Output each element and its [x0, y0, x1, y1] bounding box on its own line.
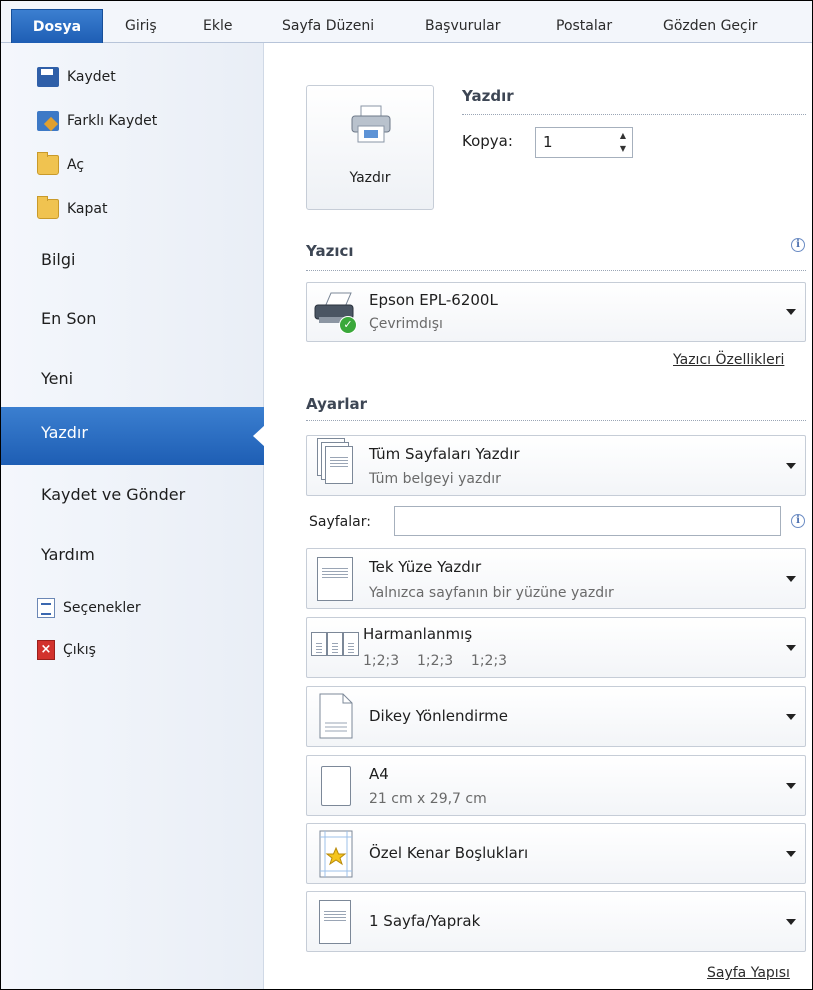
print-range-title: Tüm Sayfaları Yazdır — [369, 445, 520, 463]
print-section-title: Yazdır — [462, 87, 514, 105]
sides-subtitle: Yalnızca sayfanın bir yüzüne yazdır — [369, 585, 614, 601]
copies-stepper[interactable]: 1 ▲ ▼ — [535, 127, 633, 158]
exit-command[interactable]: × Çıkış — [37, 638, 96, 662]
chevron-down-icon — [786, 309, 796, 315]
chevron-down-icon — [786, 714, 796, 720]
tab-giris[interactable]: Giriş — [125, 11, 157, 41]
nav-item-kaydet-ve-gonder[interactable]: Kaydet ve Gönder — [41, 483, 185, 507]
orientation-title: Dikey Yönlendirme — [369, 707, 508, 725]
collation-title: Harmanlanmış — [363, 625, 473, 643]
printer-section-divider — [306, 270, 806, 271]
pages-label: Sayfalar: — [309, 514, 371, 530]
chevron-down-icon — [786, 463, 796, 469]
ribbon-tab-bar: Dosya Giriş Ekle Sayfa Düzeni Başvurular… — [1, 1, 812, 43]
exit-icon: × — [37, 640, 55, 660]
print-button[interactable]: Yazdır — [306, 85, 434, 210]
tab-dosya[interactable]: Dosya — [11, 9, 103, 43]
chevron-down-icon — [786, 919, 796, 925]
pages-input[interactable] — [394, 506, 781, 536]
save-as-icon — [37, 111, 59, 131]
chevron-down-icon — [786, 783, 796, 789]
collated-icon-2 — [327, 632, 343, 656]
options-icon — [37, 598, 55, 618]
open-folder-icon — [37, 152, 59, 175]
save-command[interactable]: Kaydet — [37, 65, 116, 89]
tab-basvurular[interactable]: Başvurular — [425, 11, 501, 41]
backstage-nav: Kaydet Farklı Kaydet Aç Kapat Bilgi En S… — [1, 43, 265, 989]
save-as-command[interactable]: Farklı Kaydet — [37, 109, 157, 133]
chevron-down-icon — [786, 851, 796, 857]
margins-dropdown[interactable]: Özel Kenar Boşlukları — [306, 823, 806, 884]
one-sided-icon — [317, 557, 353, 601]
options-label: Seçenekler — [63, 600, 141, 616]
close-folder-icon — [37, 196, 59, 219]
save-icon — [37, 67, 59, 87]
pages-per-sheet-icon — [319, 900, 351, 944]
printer-name: Epson EPL-6200L — [369, 291, 498, 309]
paper-size-icon — [321, 766, 351, 806]
nav-item-yazdir[interactable]: Yazdır — [1, 407, 265, 465]
printer-properties-link[interactable]: Yazıcı Özellikleri — [673, 352, 784, 368]
tab-gozden-gecir[interactable]: Gözden Geçir — [663, 11, 757, 41]
save-label: Kaydet — [67, 69, 116, 85]
printer-dropdown[interactable]: ✓ Epson EPL-6200L Çevrimdışı — [306, 282, 806, 342]
tab-sayfa-duzeni[interactable]: Sayfa Düzeni — [282, 11, 374, 41]
printer-info-icon[interactable]: i — [791, 238, 805, 252]
nav-item-bilgi[interactable]: Bilgi — [41, 248, 75, 272]
orientation-dropdown[interactable]: Dikey Yönlendirme — [306, 686, 806, 747]
open-command[interactable]: Aç — [37, 152, 85, 177]
copies-value: 1 — [543, 133, 553, 151]
exit-label: Çıkış — [63, 642, 96, 658]
chevron-down-icon — [786, 576, 796, 582]
copies-label: Kopya: — [462, 132, 513, 150]
sides-dropdown[interactable]: Tek Yüze Yazdır Yalnızca sayfanın bir yü… — [306, 548, 806, 609]
copies-up-icon[interactable]: ▲ — [617, 130, 629, 142]
tab-postalar[interactable]: Postalar — [556, 11, 612, 41]
print-range-dropdown[interactable]: Tüm Sayfaları Yazdır Tüm belgeyi yazdır — [306, 435, 806, 496]
portrait-orientation-icon — [319, 693, 353, 739]
tab-ekle[interactable]: Ekle — [203, 11, 232, 41]
pages-per-sheet-title: 1 Sayfa/Yaprak — [369, 912, 481, 930]
nav-item-en-son[interactable]: En Son — [41, 307, 96, 331]
page-setup-link[interactable]: Sayfa Yapısı — [707, 965, 790, 981]
paper-size-subtitle: 21 cm x 29,7 cm — [369, 791, 487, 807]
paper-size-title: A4 — [369, 765, 389, 783]
printer-icon — [351, 105, 391, 143]
nav-item-yardim[interactable]: Yardım — [41, 543, 95, 567]
printer-status: Çevrimdışı — [369, 316, 443, 332]
collation-subtitle: 1;2;3 1;2;3 1;2;3 — [363, 653, 508, 669]
collated-icon — [311, 632, 327, 656]
options-command[interactable]: Seçenekler — [37, 596, 141, 620]
all-pages-icon — [325, 446, 353, 484]
collation-dropdown[interactable]: Harmanlanmış 1;2;3 1;2;3 1;2;3 — [306, 617, 806, 678]
open-label: Aç — [67, 157, 85, 173]
sides-title: Tek Yüze Yazdır — [369, 558, 482, 576]
print-button-label: Yazdır — [349, 170, 391, 186]
save-as-label: Farklı Kaydet — [67, 113, 158, 129]
settings-section-divider — [306, 420, 806, 421]
pages-info-icon[interactable]: i — [791, 514, 805, 528]
nav-item-yeni[interactable]: Yeni — [41, 367, 73, 391]
margins-title: Özel Kenar Boşlukları — [369, 844, 529, 862]
collated-icon-3 — [343, 632, 359, 656]
printer-online-check-icon: ✓ — [339, 316, 357, 334]
printer-section-title: Yazıcı — [306, 242, 354, 260]
paper-size-dropdown[interactable]: A4 21 cm x 29,7 cm — [306, 755, 806, 816]
chevron-down-icon — [786, 645, 796, 651]
nav-item-yazdir-label: Yazdır — [41, 423, 88, 442]
print-range-subtitle: Tüm belgeyi yazdır — [369, 471, 501, 487]
settings-section-title: Ayarlar — [306, 395, 368, 413]
print-section-divider — [462, 114, 806, 115]
print-pane: Yazdır Yazdır Kopya: 1 ▲ ▼ Yazıcı i ✓ Ep… — [264, 43, 812, 989]
close-label: Kapat — [67, 201, 108, 217]
custom-margins-icon — [319, 830, 353, 878]
close-command[interactable]: Kapat — [37, 196, 108, 221]
pages-per-sheet-dropdown[interactable]: 1 Sayfa/Yaprak — [306, 891, 806, 952]
copies-down-icon[interactable]: ▼ — [617, 143, 629, 155]
backstage-window: Dosya Giriş Ekle Sayfa Düzeni Başvurular… — [0, 0, 813, 990]
